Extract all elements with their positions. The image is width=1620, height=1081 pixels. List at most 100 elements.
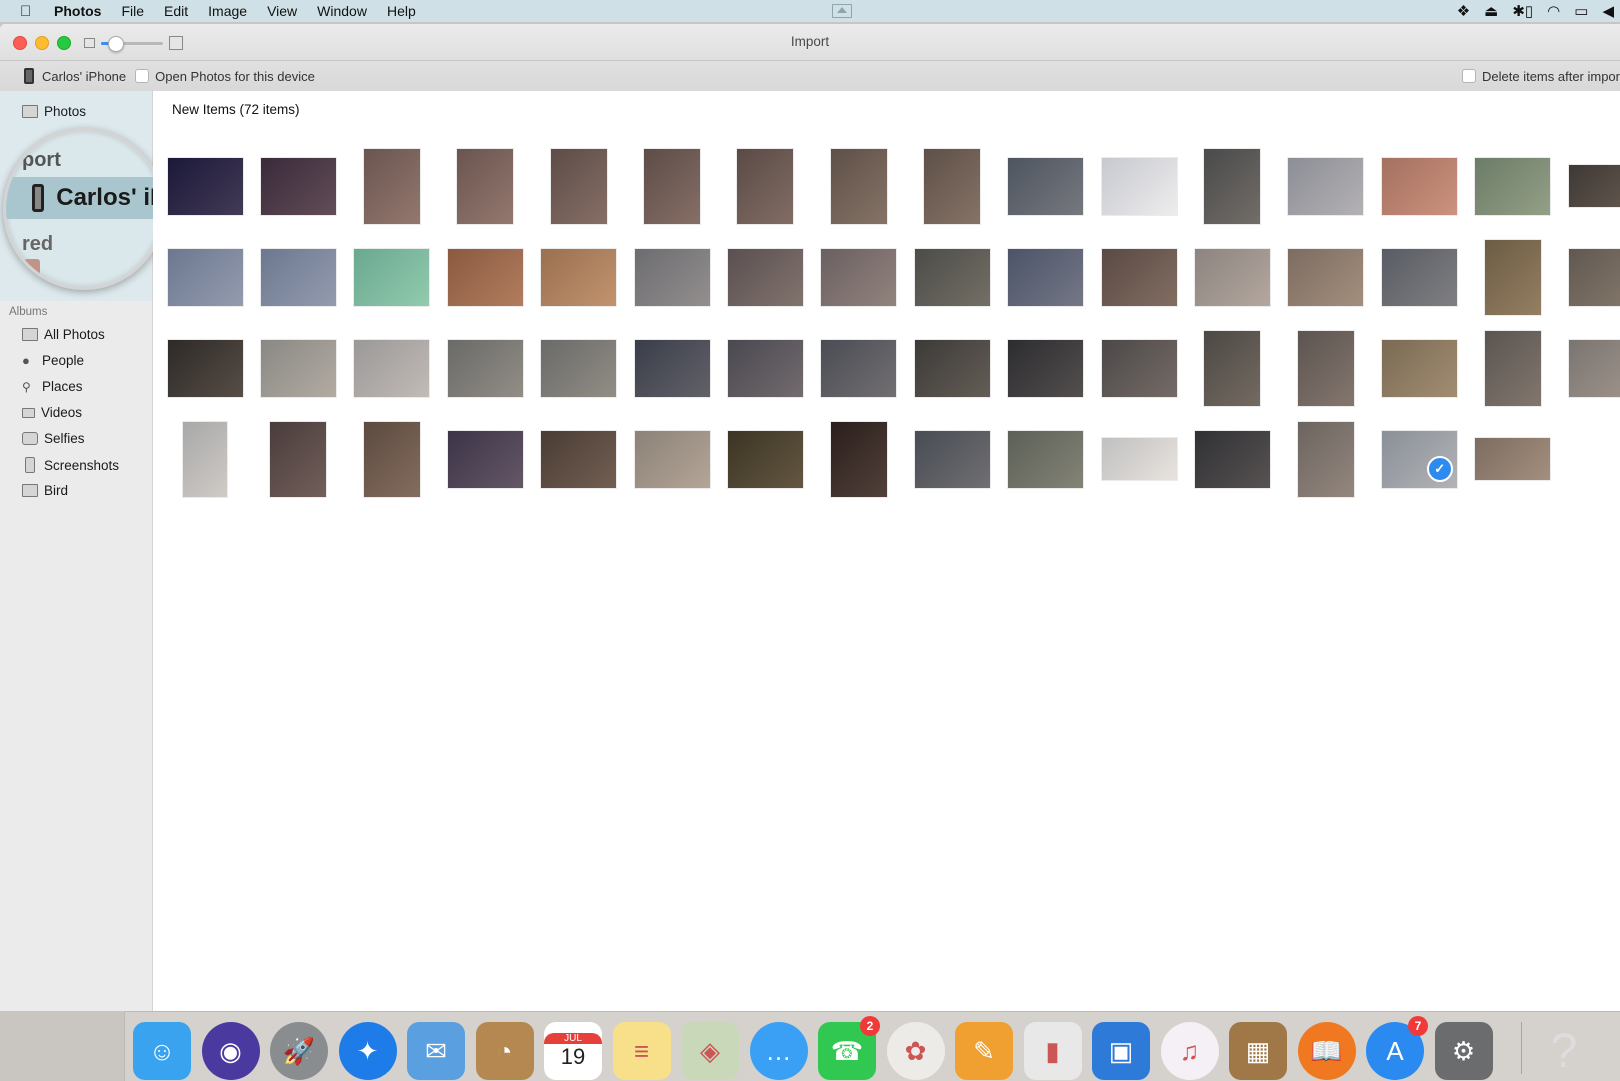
sidebar-item-people[interactable]: ● People <box>22 353 84 368</box>
photo-thumbnail[interactable] <box>261 158 336 215</box>
open-photos-checkbox[interactable] <box>135 69 149 83</box>
photo-thumbnail[interactable] <box>1382 158 1457 215</box>
dropbox-icon[interactable]: ❖ <box>1457 2 1470 20</box>
photo-thumbnail[interactable] <box>1475 158 1550 215</box>
dock-itunes-icon[interactable]: ♫ <box>1161 1022 1219 1080</box>
menu-view[interactable]: View <box>267 3 297 19</box>
photo-thumbnail[interactable] <box>1102 340 1177 397</box>
photo-thumbnail[interactable] <box>915 340 990 397</box>
sidebar-item-videos[interactable]: Videos <box>22 405 82 420</box>
upload-icon[interactable] <box>832 4 852 18</box>
photo-thumbnail[interactable] <box>364 149 420 224</box>
photo-thumbnail[interactable] <box>354 249 429 306</box>
sidebar-item-photos[interactable]: Photos <box>22 104 86 119</box>
delete-after-import-option[interactable]: Delete items after impor <box>1462 69 1620 84</box>
photo-thumbnail[interactable] <box>1382 249 1457 306</box>
photo-thumbnail[interactable] <box>1288 249 1363 306</box>
menu-app-name[interactable]: Photos <box>54 3 101 19</box>
photo-thumbnail[interactable] <box>728 431 803 488</box>
dock-mail-icon[interactable]: ✉ <box>407 1022 465 1080</box>
photo-thumbnail[interactable] <box>261 340 336 397</box>
dock-safari-icon[interactable]: ✦ <box>339 1022 397 1080</box>
sidebar-item-all-photos[interactable]: All Photos <box>22 327 105 342</box>
photo-thumbnail[interactable] <box>924 149 980 224</box>
dock-keynote-icon[interactable]: ▣ <box>1092 1022 1150 1080</box>
open-photos-option[interactable]: Open Photos for this device <box>135 69 315 84</box>
airplay-icon[interactable]: ▭ <box>1574 2 1588 20</box>
photo-thumbnail[interactable] <box>354 340 429 397</box>
photo-thumbnail[interactable] <box>728 340 803 397</box>
volume-icon[interactable]: ◀ <box>1602 2 1614 20</box>
dock-ibooks-icon[interactable]: 📖 <box>1298 1022 1356 1080</box>
menu-image[interactable]: Image <box>208 3 247 19</box>
photo-thumbnail[interactable] <box>915 249 990 306</box>
photo-thumbnail[interactable] <box>821 340 896 397</box>
photo-thumbnail[interactable] <box>551 149 607 224</box>
photo-thumbnail[interactable] <box>635 340 710 397</box>
dock-calendar-icon[interactable]: JUL19 <box>544 1022 602 1080</box>
apple-menu-icon[interactable]:  <box>20 3 40 20</box>
sidebar-item-bird[interactable]: Bird <box>22 483 68 498</box>
photo-thumbnail[interactable] <box>168 249 243 306</box>
dock-photos-icon[interactable]: ✿ <box>887 1022 945 1080</box>
dock-launchpad-icon[interactable]: 🚀 <box>270 1022 328 1080</box>
photo-thumbnail[interactable] <box>1008 431 1083 488</box>
photo-thumbnail[interactable] <box>1569 340 1620 397</box>
photo-thumbnail[interactable] <box>1485 240 1541 315</box>
menu-help[interactable]: Help <box>387 3 416 19</box>
photo-thumbnail[interactable] <box>1382 340 1457 397</box>
photo-thumbnail[interactable] <box>1485 331 1541 406</box>
photo-thumbnail[interactable] <box>541 249 616 306</box>
photo-thumbnail[interactable] <box>1569 249 1620 306</box>
photo-thumbnail[interactable] <box>915 431 990 488</box>
shared-avatar[interactable] <box>24 259 40 275</box>
photo-thumbnail[interactable] <box>457 149 513 224</box>
dock-siri-icon[interactable]: ◉ <box>202 1022 260 1080</box>
upload-status-icon[interactable]: ⏏ <box>1484 2 1498 20</box>
photo-thumbnail[interactable] <box>1569 165 1620 207</box>
photo-thumbnail[interactable] <box>541 431 616 488</box>
photo-thumbnail[interactable] <box>448 340 523 397</box>
menu-edit[interactable]: Edit <box>164 3 188 19</box>
dock-maps-icon[interactable]: ◈ <box>681 1022 739 1080</box>
photo-thumbnail[interactable] <box>737 149 793 224</box>
photo-thumbnail[interactable] <box>261 249 336 306</box>
photo-thumbnail[interactable] <box>270 422 326 497</box>
photo-thumbnail[interactable] <box>1298 331 1354 406</box>
photo-thumbnail[interactable] <box>1475 438 1550 480</box>
photo-thumbnail[interactable] <box>635 249 710 306</box>
wifi-icon[interactable]: ◠ <box>1547 2 1560 20</box>
sidebar-item-carlos-iphone[interactable]: Carlos' iP <box>6 177 165 219</box>
dock-messages-icon[interactable]: … <box>750 1022 808 1080</box>
photo-thumbnail[interactable] <box>168 158 243 215</box>
photo-thumbnail[interactable] <box>1102 438 1177 480</box>
sidebar-item-screenshots[interactable]: Screenshots <box>22 457 119 473</box>
sidebar-item-places[interactable]: ⚲ Places <box>22 379 83 394</box>
photo-thumbnail[interactable] <box>1298 422 1354 497</box>
photo-thumbnail[interactable] <box>1008 340 1083 397</box>
photo-thumbnail[interactable] <box>541 340 616 397</box>
sidebar-item-selfies[interactable]: Selfies <box>22 431 85 446</box>
photo-thumbnail[interactable] <box>1008 249 1083 306</box>
photo-thumbnail[interactable] <box>1288 158 1363 215</box>
dock-system-preferences-icon[interactable]: ⚙ <box>1435 1022 1493 1080</box>
photo-thumbnail[interactable] <box>644 149 700 224</box>
photo-thumbnail[interactable] <box>1008 158 1083 215</box>
bluetooth-battery-icon[interactable]: ✱▯ <box>1512 2 1533 20</box>
photo-thumbnail[interactable] <box>821 249 896 306</box>
dock-help-icon[interactable]: ? <box>1535 1022 1593 1080</box>
photo-thumbnail[interactable] <box>1102 249 1177 306</box>
dock-facetime-icon[interactable]: ☎2 <box>818 1022 876 1080</box>
menu-window[interactable]: Window <box>317 3 367 19</box>
photo-thumbnail[interactable] <box>831 149 887 224</box>
photo-thumbnail[interactable] <box>1204 149 1260 224</box>
delete-after-import-checkbox[interactable] <box>1462 69 1476 83</box>
dock-finder-icon[interactable]: ☺ <box>133 1022 191 1080</box>
photo-thumbnail[interactable] <box>168 340 243 397</box>
menu-file[interactable]: File <box>121 3 144 19</box>
photo-thumbnail[interactable] <box>183 422 227 497</box>
photo-thumbnail[interactable] <box>728 249 803 306</box>
dock-app-store-icon[interactable]: A7 <box>1366 1022 1424 1080</box>
photo-thumbnail[interactable] <box>635 431 710 488</box>
photo-thumbnail[interactable] <box>364 422 420 497</box>
